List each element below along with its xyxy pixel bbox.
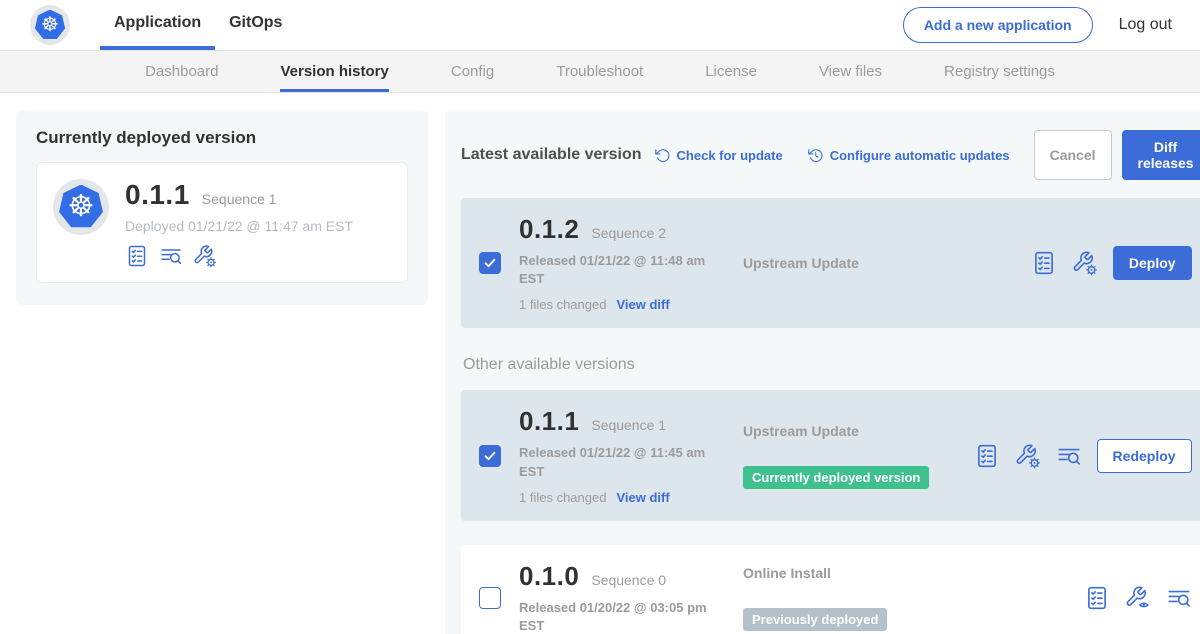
view-files-icon[interactable] (159, 244, 183, 268)
edit-config-icon[interactable] (1072, 250, 1098, 276)
sequence-label: Sequence 1 (591, 417, 666, 433)
latest-available-title: Latest available version (461, 146, 642, 164)
subnav-item-registry-settings[interactable]: Registry settings (944, 51, 1055, 92)
version-row-0.1.0: 0.1.0 Sequence 0 Released 01/20/22 @ 03:05… (461, 545, 1200, 634)
deploy-button[interactable]: Deploy (1113, 246, 1192, 280)
panel-header: Latest available version Check for updat… (461, 130, 1200, 180)
subnav-item-dashboard[interactable]: Dashboard (145, 51, 218, 92)
version-row-0.1.1: 0.1.1 Sequence 1 Released 01/21/22 @ 11:45… (461, 390, 1200, 520)
app-logo: ☸ (30, 0, 70, 50)
top-tabs: ApplicationGitOps (100, 0, 296, 50)
version-number: 0.1.0 (519, 561, 579, 592)
refresh-icon (654, 147, 671, 164)
version-row-0.1.2: 0.1.2 Sequence 2 Released 01/21/22 @ 11:48… (461, 198, 1200, 328)
deployed-card-title: Currently deployed version (36, 128, 408, 148)
sequence-label: Sequence 0 (591, 572, 666, 588)
version-source-label: Upstream Update (743, 255, 1021, 271)
view-files-icon[interactable] (1056, 443, 1082, 469)
status-badge: Currently deployed version (743, 466, 929, 489)
kubernetes-wheel-icon: ☸ (35, 10, 66, 41)
sub-nav: Dashboard Version history Config Troublesho… (0, 50, 1200, 93)
top-tab-application[interactable]: Application (100, 0, 215, 50)
version-checkbox-0.1.1[interactable] (479, 445, 501, 467)
release-notes-icon[interactable] (1031, 250, 1057, 276)
view-files-icon[interactable] (1166, 585, 1192, 611)
version-checkbox-0.1.0[interactable] (479, 587, 501, 609)
latest-version-list: 0.1.2 Sequence 2 Released 01/21/22 @ 11:48… (461, 198, 1200, 328)
top-nav: ☸ ApplicationGitOps Add a new applicatio… (0, 0, 1200, 50)
subnav-item-license[interactable]: License (705, 51, 757, 92)
other-version-list: 0.1.1 Sequence 1 Released 01/21/22 @ 11:45… (461, 390, 1200, 634)
deployed-icon-row (125, 244, 353, 268)
subnav-item-view-files[interactable]: View files (819, 51, 882, 92)
kubernetes-wheel-icon: ☸ (59, 185, 104, 230)
files-changed-label: 1 files changed (519, 490, 606, 505)
redeploy-button[interactable]: Redeploy (1097, 439, 1192, 473)
version-number: 0.1.2 (519, 214, 579, 245)
main-content: Currently deployed version ☸ 0.1.1 Seque… (0, 93, 1200, 634)
other-available-versions-title: Other available versions (463, 356, 1200, 374)
subnav-item-config[interactable]: Config (451, 51, 494, 92)
release-notes-icon[interactable] (125, 244, 149, 268)
cancel-button[interactable]: Cancel (1034, 130, 1112, 180)
configure-automatic-updates-link[interactable]: Configure automatic updates (807, 147, 1010, 164)
check-for-update-link[interactable]: Check for update (654, 147, 783, 164)
deployed-version-number: 0.1.1 (125, 179, 190, 211)
top-tab-gitops[interactable]: GitOps (215, 0, 296, 50)
view-diff-link[interactable]: View diff (616, 490, 669, 505)
version-source-label: Upstream Update (743, 423, 964, 439)
version-checkbox-0.1.2[interactable] (479, 252, 501, 274)
subnav-item-troubleshoot[interactable]: Troubleshoot (556, 51, 643, 92)
view-config-icon[interactable] (1125, 585, 1151, 611)
status-badge: Previously deployed (743, 608, 887, 631)
release-timestamp: Released 01/20/22 @ 03:05 pm EST (519, 599, 714, 634)
diff-releases-button[interactable]: Diff releases (1122, 130, 1200, 180)
deployed-timestamp: Deployed 01/21/22 @ 11:47 am EST (125, 218, 353, 234)
version-source-label: Online Install (743, 565, 1074, 581)
add-application-button[interactable]: Add a new application (903, 7, 1093, 43)
available-versions-panel: Latest available version Check for updat… (445, 110, 1200, 634)
subnav-item-version-history[interactable]: Version history (280, 51, 388, 92)
currently-deployed-card: Currently deployed version ☸ 0.1.1 Seque… (16, 110, 428, 305)
schedule-refresh-icon (807, 147, 824, 164)
deployed-version-card: ☸ 0.1.1 Sequence 1 Deployed 01/21/22 @ 1… (36, 162, 408, 283)
release-notes-icon[interactable] (1084, 585, 1110, 611)
release-timestamp: Released 01/21/22 @ 11:45 am EST (519, 444, 714, 480)
edit-config-icon[interactable] (193, 244, 217, 268)
files-changed-label: 1 files changed (519, 297, 606, 312)
view-diff-link[interactable]: View diff (616, 297, 669, 312)
version-number: 0.1.1 (519, 406, 579, 437)
release-notes-icon[interactable] (974, 443, 1000, 469)
edit-config-icon[interactable] (1015, 443, 1041, 469)
sequence-label: Sequence 2 (591, 225, 666, 241)
logout-link[interactable]: Log out (1119, 16, 1172, 34)
deployed-sequence-label: Sequence 1 (202, 191, 277, 207)
release-timestamp: Released 01/21/22 @ 11:48 am EST (519, 252, 714, 288)
